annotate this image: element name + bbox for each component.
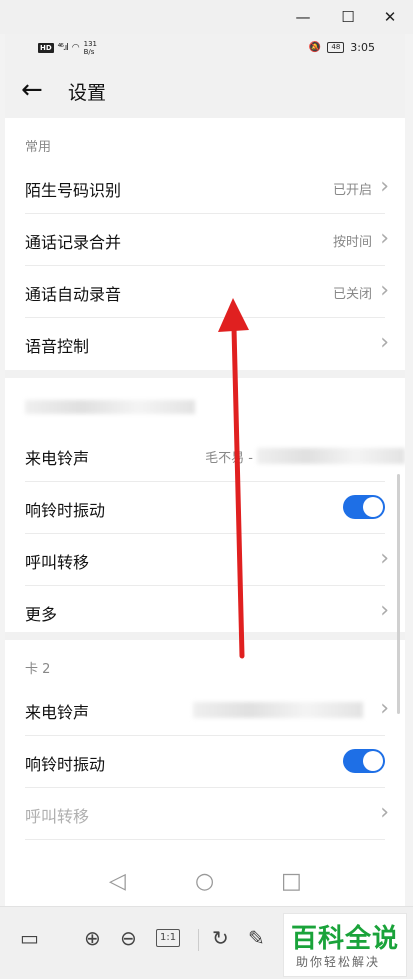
sim1-vibrate-row[interactable]: 响铃时振动 [5,482,405,534]
nav-back-icon[interactable]: ◁ [109,868,126,896]
panel-icon[interactable]: ▭ [20,925,39,951]
toggle-knob [363,497,383,517]
row-label: 来电铃声 [25,703,90,722]
watermark-title: 百科全说 [291,924,400,954]
row-label: 通话记录合并 [25,233,122,252]
row-label: 呼叫转移 [25,553,90,572]
divider [25,839,385,840]
window-titlebar: — ☐ ✕ [0,0,413,34]
auto-call-recording-row[interactable]: 通话自动录音 已关闭 › [5,266,405,318]
row-label: 呼叫转移 [25,807,90,826]
blurred-section-header [25,400,195,414]
wifi-icon: ◠ [71,43,80,53]
sim1-more-row[interactable]: 更多 › [5,586,405,638]
row-label: 响铃时振动 [25,501,106,520]
page-title: 设置 [68,82,107,104]
back-arrow-icon[interactable]: ← [21,72,43,108]
minimize-button[interactable]: — [292,6,314,28]
clock: 3:05 [350,41,375,54]
blurred-ringtone-name [257,448,405,464]
hd-badge: HD [38,43,54,53]
row-value: 已开启 [332,183,372,198]
maximize-button[interactable]: ☐ [337,6,359,28]
zoom-in-icon[interactable]: ⊕ [84,925,101,951]
call-log-merge-row[interactable]: 通话记录合并 按时间 › [5,214,405,266]
row-value: 按时间 [332,235,372,250]
chevron-right-icon: › [380,330,389,355]
unknown-number-recognition-row[interactable]: 陌生号码识别 已开启 › [5,162,405,214]
app-bar: ← 设置 [5,62,405,118]
actual-size-icon[interactable]: 1:1 [156,929,181,947]
sim2-vibrate-row[interactable]: 响铃时振动 [5,736,405,788]
chevron-right-icon: › [380,226,389,251]
vibrate-toggle[interactable] [343,749,385,773]
rotate-icon[interactable]: ↻ [212,925,229,951]
toggle-knob [363,751,383,771]
nav-recent-icon[interactable]: □ [281,868,302,896]
watermark-logo: 百科全说 助你轻松解决 [283,913,407,977]
row-label: 响铃时振动 [25,755,106,774]
section-header-card2: 卡 2 [25,662,51,677]
chevron-right-icon: › [380,174,389,199]
sim1-call-forwarding-row[interactable]: 呼叫转移 › [5,534,405,586]
common-settings-card: 常用 陌生号码识别 已开启 › 通话记录合并 按时间 › 通话自动录音 已关闭 … [5,118,405,370]
edit-icon[interactable]: ✎ [248,925,265,951]
chevron-right-icon: › [380,800,389,825]
row-label: 通话自动录音 [25,285,122,304]
phone-screen: HD ⁴⁶.ıl ◠ 131 B/s 🔕 48 3:05 ← 设置 常用 陌生号… [5,34,405,906]
zoom-out-icon[interactable]: ⊖ [120,925,137,951]
chevron-right-icon: › [380,546,389,571]
network-speed: 131 B/s [83,40,97,56]
scrollbar[interactable] [397,474,400,714]
chevron-right-icon: › [380,598,389,623]
sim2-ringtone-row[interactable]: 来电铃声 › [5,684,405,736]
chevron-right-icon: › [380,278,389,303]
row-label: 来电铃声 [25,449,90,468]
sim2-call-forwarding-row[interactable]: 呼叫转移 › [5,788,405,840]
chevron-right-icon: › [380,696,389,721]
sim1-ringtone-row[interactable]: 来电铃声 毛不易 - [5,430,405,482]
row-label: 更多 [25,605,58,624]
sim1-settings-card: 来电铃声 毛不易 - 响铃时振动 呼叫转移 › 更多 › [5,378,405,632]
nav-home-icon[interactable]: ○ [195,868,214,896]
toolbar-separator [198,929,199,951]
voice-control-row[interactable]: 语音控制 › [5,318,405,370]
bell-off-icon: 🔕 [308,42,322,53]
close-button[interactable]: ✕ [379,6,401,28]
watermark-subtitle: 助你轻松解决 [296,955,381,969]
blurred-ringtone-name [193,702,363,718]
battery-icon: 48 [327,42,345,53]
row-label: 陌生号码识别 [25,181,122,200]
vibrate-toggle[interactable] [343,495,385,519]
status-bar: HD ⁴⁶.ıl ◠ 131 B/s 🔕 48 3:05 [5,34,405,62]
system-nav-bar: ◁ ○ □ [5,860,405,906]
row-label: 语音控制 [25,337,90,356]
signal-icon: ⁴⁶.ıl [57,43,69,53]
section-header-common: 常用 [25,140,52,155]
row-value: 已关闭 [332,287,372,302]
ringtone-value: 毛不易 - [205,451,253,466]
